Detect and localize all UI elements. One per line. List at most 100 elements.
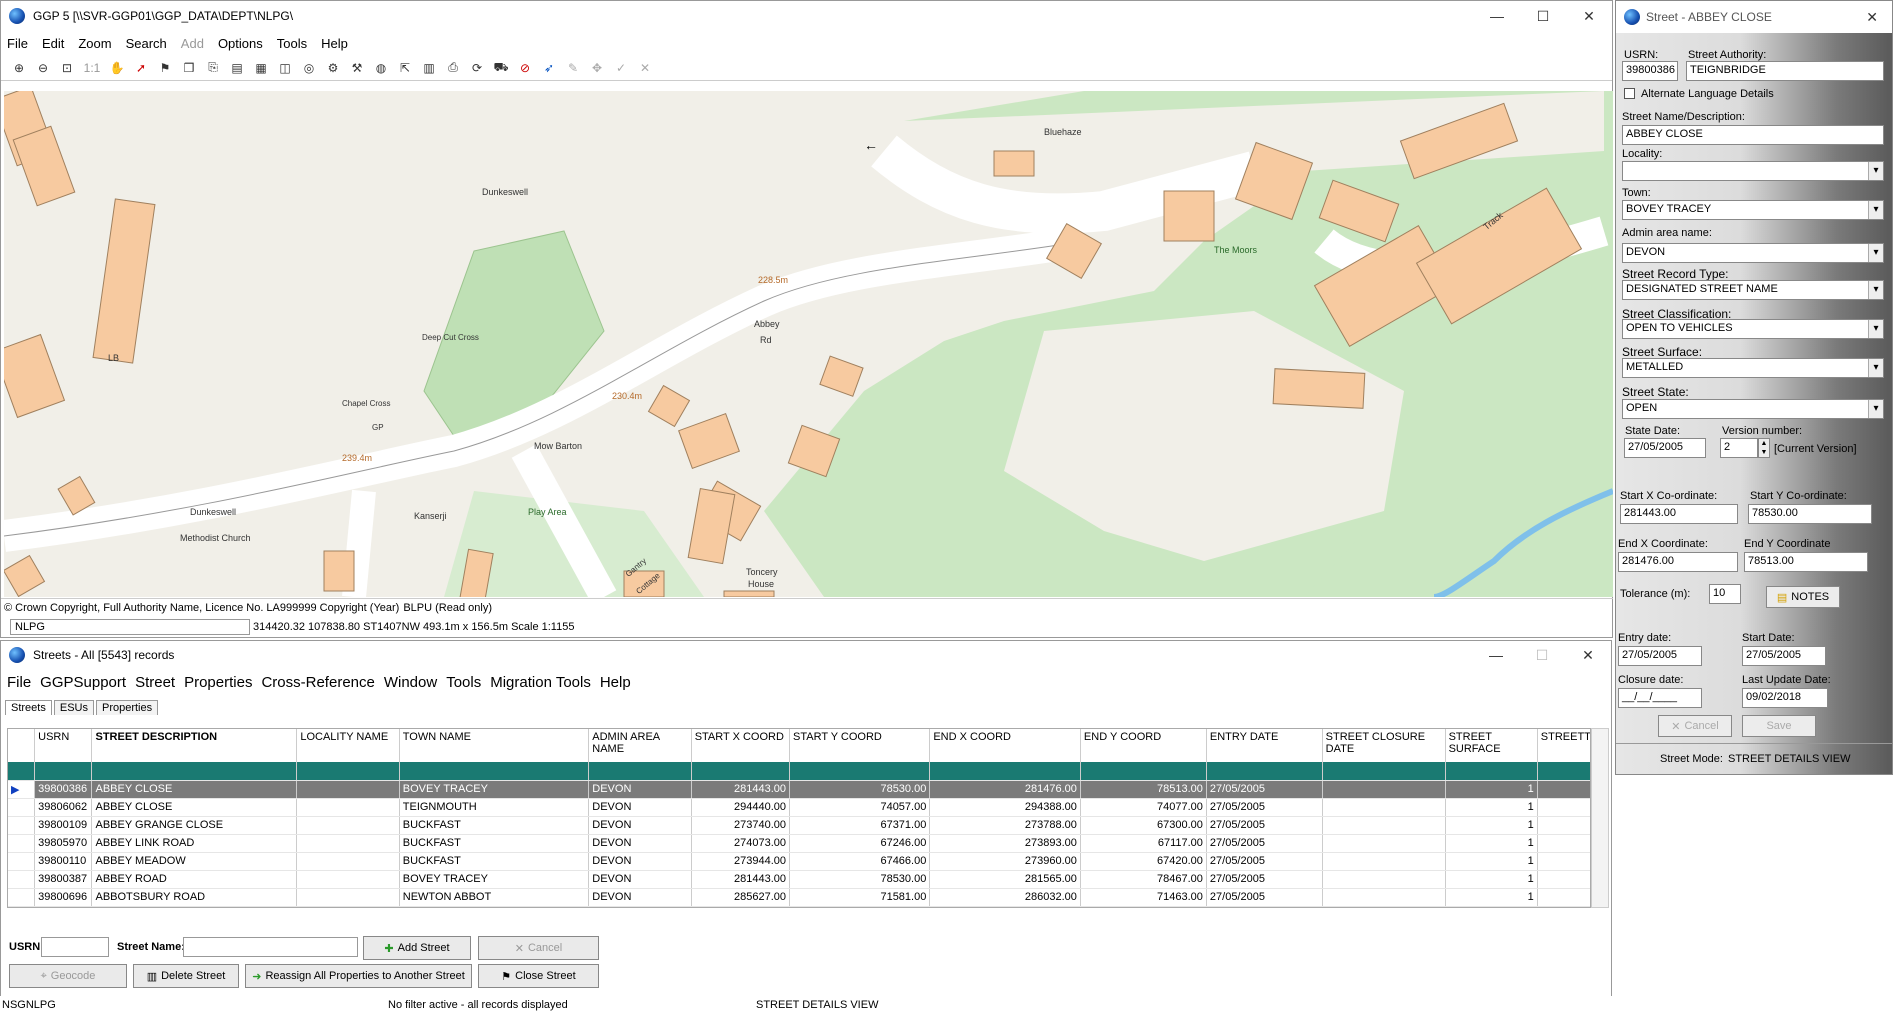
globe-icon[interactable]: ◍ [371, 59, 391, 77]
street-authority-field[interactable]: TEIGNBRIDGE [1686, 61, 1884, 81]
closure-date-field[interactable]: __/__/____ [1618, 688, 1702, 708]
col-street-closure-date[interactable]: STREET CLOSURE DATE [1322, 729, 1446, 762]
grid-icon[interactable]: ▦ [251, 59, 271, 77]
menu-tools[interactable]: Tools [277, 36, 307, 51]
admin-area-select[interactable]: DEVON [1622, 243, 1884, 263]
panel-save-button[interactable]: Save [1742, 715, 1816, 737]
col-end-y[interactable]: END Y COORD [1080, 729, 1207, 762]
streets-menu-file[interactable]: File [7, 674, 31, 691]
col-street-surface[interactable]: STREET SURFACE [1445, 729, 1538, 762]
state-select[interactable]: OPEN [1622, 399, 1884, 419]
table-row[interactable]: ▶ 39800386 ABBEY CLOSE BOVEY TRACEY DEVON 28… [8, 780, 1590, 799]
streets-minimize-button[interactable]: — [1473, 647, 1519, 664]
maximize-button[interactable]: ☐ [1520, 8, 1566, 25]
town-select[interactable]: BOVEY TRACEY [1622, 200, 1884, 220]
cancel-icon[interactable]: ✕ [635, 59, 655, 77]
cancel-button[interactable]: ✕ Cancel [478, 936, 599, 960]
col-streettownre[interactable]: STREETTOWNRE [1537, 729, 1590, 762]
streets-menu-cross-reference[interactable]: Cross-Reference [261, 674, 374, 691]
menu-zoom[interactable]: Zoom [78, 36, 111, 51]
start-y-field[interactable]: 78530.00 [1748, 504, 1872, 524]
layer-name-field[interactable]: NLPG [10, 619, 250, 635]
table-row[interactable]: 39800110 ABBEY MEADOW BUCKFAST DEVON 273944.… [8, 852, 1590, 871]
record-type-select[interactable]: DESIGNATED STREET NAME [1622, 280, 1884, 300]
settings-icon[interactable]: ⚙ [323, 59, 343, 77]
col-start-x[interactable]: START X COORD [691, 729, 791, 762]
map-canvas[interactable]: Dunkeswell Bluehaze The Moors Track Deep… [4, 91, 1613, 597]
panel-close-button[interactable]: ✕ [1866, 9, 1878, 26]
zoom-window-icon[interactable]: ⊡ [57, 59, 77, 77]
streets-menu-properties[interactable]: Properties [184, 674, 252, 691]
pointer-icon[interactable]: ➚ [131, 59, 151, 77]
col-admin-area-name[interactable]: ADMIN AREA NAME [588, 729, 692, 762]
table-row[interactable]: 39806062 ABBEY CLOSE TEIGNMOUTH DEVON 294440… [8, 798, 1590, 817]
car-icon[interactable]: ⛟ [491, 59, 511, 77]
col-end-x[interactable]: END X COORD [929, 729, 1081, 762]
col-usrn[interactable]: USRN [34, 729, 93, 762]
page-icon[interactable]: ▥ [419, 59, 439, 77]
state-date-field[interactable]: 27/05/2005 [1624, 438, 1706, 458]
tools-icon[interactable]: ⚒ [347, 59, 367, 77]
streets-menu-tools[interactable]: Tools [446, 674, 481, 691]
table-row[interactable]: 39800109 ABBEY GRANGE CLOSE BUCKFAST DEVON 2… [8, 816, 1590, 835]
target-icon[interactable]: ◎ [299, 59, 319, 77]
col-start-y[interactable]: START Y COORD [789, 729, 931, 762]
zoom-1-1-label[interactable]: 1:1 [81, 59, 103, 77]
select-icon[interactable]: ⚑ [155, 59, 175, 77]
minimize-button[interactable]: — [1474, 8, 1520, 25]
grid-filter-row[interactable] [8, 762, 1590, 781]
streets-menu-ggpsupport[interactable]: GGPSupport [40, 674, 126, 691]
tab-esus[interactable]: ESUs [53, 700, 94, 715]
col-town-name[interactable]: TOWN NAME [399, 729, 590, 762]
table-row[interactable]: 39800696 ABBOTSBURY ROAD NEWTON ABBOT DEVON… [8, 888, 1590, 907]
classification-select[interactable]: OPEN TO VEHICLES [1622, 319, 1884, 339]
version-field[interactable]: 2 [1720, 438, 1758, 458]
alt-language-checkbox[interactable] [1624, 88, 1635, 99]
tab-properties[interactable]: Properties [95, 700, 159, 715]
street-name-field[interactable]: ABBEY CLOSE [1622, 125, 1884, 145]
panel-cancel-button[interactable]: ✕ Cancel [1658, 715, 1732, 737]
print-icon[interactable]: ⎙ [443, 59, 463, 77]
geocode-button[interactable]: ⌖ Geocode [9, 964, 127, 988]
move-icon[interactable]: ✥ [587, 59, 607, 77]
streets-close-button[interactable]: ✕ [1565, 647, 1611, 664]
copy-icon[interactable]: ⎘ [203, 59, 223, 77]
export-icon[interactable]: ⇱ [395, 59, 415, 77]
menu-search[interactable]: Search [126, 36, 167, 51]
tab-streets[interactable]: Streets [5, 700, 52, 715]
menu-help[interactable]: Help [321, 36, 348, 51]
menu-options[interactable]: Options [218, 36, 263, 51]
start-date-field[interactable]: 27/05/2005 [1742, 646, 1826, 666]
edit-icon[interactable]: ✎ [563, 59, 583, 77]
entry-date-field[interactable]: 27/05/2005 [1618, 646, 1702, 666]
delete-street-button[interactable]: ▥ Delete Street [133, 964, 239, 988]
measure-icon[interactable]: ◫ [275, 59, 295, 77]
table-row[interactable]: 39805970 ABBEY LINK ROAD BUCKFAST DEVON 2740… [8, 834, 1590, 853]
table-row[interactable]: 39800387 ABBEY ROAD BOVEY TRACEY DEVON 28144… [8, 870, 1590, 889]
last-update-field[interactable]: 09/02/2018 [1742, 688, 1828, 708]
street-name-search-input[interactable] [183, 937, 358, 957]
layers-icon[interactable]: ❒ [179, 59, 199, 77]
locality-select[interactable] [1622, 161, 1884, 181]
pan-icon[interactable]: ✋ [107, 59, 127, 77]
streets-menu-help[interactable]: Help [600, 674, 631, 691]
version-stepper[interactable]: ▲ ▼ [1758, 438, 1770, 458]
menu-file[interactable]: File [7, 36, 28, 51]
streets-menu-window[interactable]: Window [384, 674, 437, 691]
usrn-search-input[interactable] [41, 937, 109, 957]
document-icon[interactable]: ▤ [227, 59, 247, 77]
menu-edit[interactable]: Edit [42, 36, 64, 51]
check-icon[interactable]: ✓ [611, 59, 631, 77]
streets-menu-street[interactable]: Street [135, 674, 175, 691]
tolerance-field[interactable]: 10 [1709, 584, 1741, 604]
streets-grid[interactable]: USRN STREET DESCRIPTION LOCALITY NAME TO… [7, 728, 1591, 908]
end-x-field[interactable]: 281476.00 [1618, 552, 1738, 572]
zoom-in-icon[interactable]: ⊕ [9, 59, 29, 77]
reassign-properties-button[interactable]: ➜ Reassign All Properties to Another Stre… [245, 964, 472, 988]
col-entry-date[interactable]: ENTRY DATE [1206, 729, 1323, 762]
streets-maximize-button[interactable]: ☐ [1519, 647, 1565, 664]
usrn-field[interactable]: 39800386 [1622, 61, 1678, 81]
surface-select[interactable]: METALLED [1622, 358, 1884, 378]
col-locality-name[interactable]: LOCALITY NAME [296, 729, 400, 762]
end-y-field[interactable]: 78513.00 [1744, 552, 1868, 572]
